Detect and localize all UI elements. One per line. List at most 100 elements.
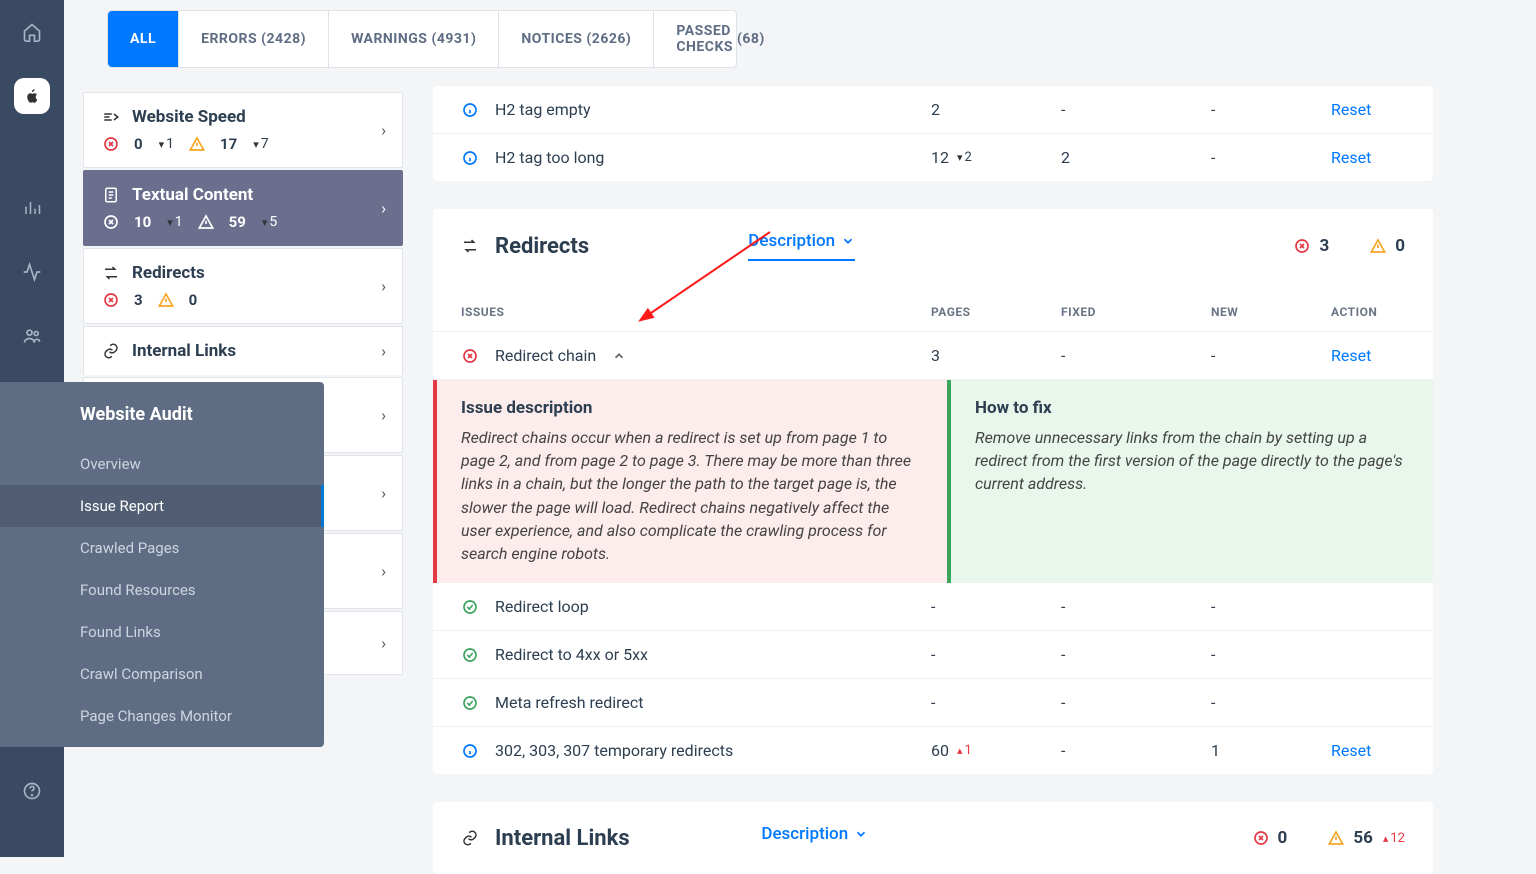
issue-row[interactable]: Meta refresh redirect - - - [433, 679, 1433, 727]
error-icon [102, 135, 120, 153]
fixed-count: - [1061, 346, 1065, 365]
submenu-item-issue-report[interactable]: Issue Report [0, 485, 324, 527]
section-title: Internal Links [495, 826, 630, 851]
section-error-count: 0 [1278, 828, 1288, 848]
error-icon [102, 291, 120, 309]
info-icon [461, 149, 479, 167]
description-dropdown[interactable]: Description [761, 824, 868, 852]
issue-name: Redirect to 4xx or 5xx [495, 645, 648, 664]
category-website-speed[interactable]: Website Speed 0 1 17 7 › [83, 92, 403, 168]
category-name: Internal Links [132, 341, 236, 361]
section-title: Redirects [495, 234, 589, 259]
category-name: Redirects [132, 263, 205, 283]
main-content: ALL ERRORS(2428) WARNINGS(4931) NOTICES(… [433, 0, 1433, 874]
issue-description-body: Redirect chains occur when a redirect is… [461, 426, 923, 565]
submenu-title: Website Audit [0, 404, 324, 425]
tab-warnings[interactable]: WARNINGS(4931) [329, 11, 499, 67]
new-count: - [1211, 597, 1331, 616]
reset-link[interactable]: Reset [1331, 148, 1371, 167]
help-icon[interactable] [14, 773, 50, 809]
ok-icon [461, 646, 479, 664]
issue-row-redirect-chain[interactable]: Redirect chain 3 - - Reset [433, 332, 1433, 380]
reset-link[interactable]: Reset [1331, 346, 1371, 365]
redirect-icon [102, 264, 120, 282]
section-error-count: 3 [1319, 236, 1329, 256]
col-new: NEW [1211, 305, 1331, 319]
tab-notices[interactable]: NOTICES(2626) [499, 11, 654, 67]
tab-errors[interactable]: ERRORS(2428) [179, 11, 329, 67]
reset-link[interactable]: Reset [1331, 741, 1371, 760]
category-internal-links[interactable]: Internal Links › [83, 326, 403, 375]
issue-name: H2 tag empty [495, 100, 591, 119]
new-count: - [1211, 148, 1215, 167]
brand-apple-icon[interactable] [14, 78, 50, 114]
error-icon [102, 213, 120, 231]
fixed-count: - [1061, 693, 1211, 712]
error-icon [461, 347, 479, 365]
reset-link[interactable]: Reset [1331, 100, 1371, 119]
issue-name: 302, 303, 307 temporary redirects [495, 741, 733, 760]
issue-row[interactable]: H2 tag too long 122 2 - Reset [433, 134, 1433, 181]
pages-count: 12 [931, 148, 949, 167]
fixed-count: - [1061, 741, 1211, 760]
fixed-count: - [1061, 597, 1211, 616]
chevron-up-icon [612, 349, 626, 363]
error-delta: 1 [165, 214, 182, 230]
fixed-count: - [1061, 645, 1211, 664]
error-count: 3 [134, 291, 143, 309]
chevron-right-icon: › [381, 121, 386, 140]
pages-count: - [931, 693, 1061, 712]
info-icon [461, 101, 479, 119]
new-count: 1 [1211, 741, 1331, 760]
section-warn-count: 0 [1395, 236, 1405, 256]
issue-name: Redirect loop [495, 597, 589, 616]
redirect-icon [461, 237, 479, 255]
chevron-right-icon: › [381, 634, 386, 653]
chart-icon[interactable] [14, 190, 50, 226]
pages-count: - [931, 597, 1061, 616]
activity-icon[interactable] [14, 254, 50, 290]
section-warn-count: 56 [1353, 828, 1373, 848]
chevron-right-icon: › [381, 277, 386, 296]
submenu-item-crawl-comparison[interactable]: Crawl Comparison [0, 653, 324, 695]
error-count: 10 [134, 213, 151, 231]
warn-count: 59 [229, 213, 246, 231]
table-header: ISSUES PAGES FIXED NEW ACTION [433, 287, 1433, 332]
warning-icon [157, 291, 175, 309]
info-icon [461, 742, 479, 760]
warn-count: 0 [189, 291, 198, 309]
section-redirects: Redirects Description 3 0 ISSUES PAGES F… [433, 209, 1433, 774]
how-to-fix-title: How to fix [975, 398, 1409, 418]
description-dropdown[interactable]: Description [748, 231, 855, 261]
warning-icon [1369, 237, 1387, 255]
category-redirects[interactable]: Redirects 3 0 › [83, 248, 403, 324]
fixed-count: 2 [1061, 148, 1070, 167]
submenu-item-crawled-pages[interactable]: Crawled Pages [0, 527, 324, 569]
issue-row[interactable]: H2 tag empty 2 - - Reset [433, 86, 1433, 134]
issue-row[interactable]: Redirect loop - - - [433, 583, 1433, 631]
issue-name: Meta refresh redirect [495, 693, 644, 712]
warning-icon [197, 213, 215, 231]
pages-count: 60 [931, 741, 949, 760]
ok-icon [461, 694, 479, 712]
submenu-item-found-links[interactable]: Found Links [0, 611, 324, 653]
tab-all[interactable]: ALL [108, 11, 179, 67]
home-icon[interactable] [14, 14, 50, 50]
fixed-count: - [1061, 100, 1065, 119]
new-count: - [1211, 645, 1331, 664]
submenu-item-page-changes[interactable]: Page Changes Monitor [0, 695, 324, 737]
issue-row[interactable]: 302, 303, 307 temporary redirects 601 - … [433, 727, 1433, 774]
users-icon[interactable] [14, 318, 50, 354]
error-delta: 1 [157, 136, 174, 152]
col-action: ACTION [1331, 305, 1411, 319]
issue-name: H2 tag too long [495, 148, 604, 167]
submenu-item-overview[interactable]: Overview [0, 443, 324, 485]
error-icon [1252, 829, 1270, 847]
how-to-fix-body: Remove unnecessary links from the chain … [975, 426, 1409, 496]
issue-row[interactable]: Redirect to 4xx or 5xx - - - [433, 631, 1433, 679]
chevron-right-icon: › [381, 199, 386, 218]
submenu-item-found-resources[interactable]: Found Resources [0, 569, 324, 611]
submenu-website-audit: Website Audit Overview Issue Report Craw… [0, 382, 324, 747]
category-textual-content[interactable]: Textual Content 10 1 59 5 › [83, 170, 403, 246]
tab-passed[interactable]: PASSED CHECKS(68) [654, 11, 786, 67]
